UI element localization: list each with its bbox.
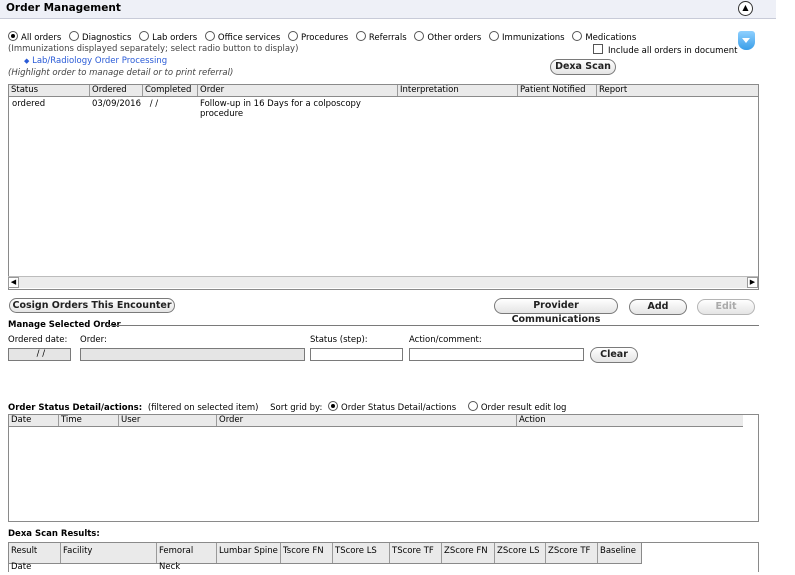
status-grid-header: Date Time User Order Action [9, 415, 743, 427]
radio-icon [69, 31, 80, 41]
radio-lab-orders[interactable]: Lab orders [139, 31, 197, 43]
order-type-filter: All orders Diagnostics Lab orders Office… [8, 31, 636, 43]
edit-button[interactable]: Edit [697, 299, 755, 315]
radio-icon [489, 31, 500, 41]
col-order[interactable]: Order [217, 415, 517, 426]
order-field[interactable] [80, 348, 305, 361]
radio-icon [139, 31, 150, 41]
row-order: Follow-up in 16 Days for a colposcopy [200, 99, 361, 109]
col-completed[interactable]: Completed [143, 85, 198, 96]
col-tscore-fn[interactable]: Tscore FN [281, 543, 333, 563]
dexa-results-title: Dexa Scan Results: [8, 529, 100, 539]
col-zscore-fn[interactable]: ZScore FN [442, 543, 495, 563]
orders-grid[interactable]: Status Ordered Completed Order Interpret… [8, 84, 759, 290]
provider-communications-button[interactable]: Provider Communications [494, 298, 618, 325]
diamond-link-icon: ◆ [24, 57, 30, 65]
col-tscore-tf[interactable]: TScore TF [390, 543, 442, 563]
divider [108, 325, 759, 326]
col-action[interactable]: Action [517, 415, 743, 426]
ordered-date-label: Ordered date: [8, 335, 68, 345]
action-comment-label: Action/comment: [409, 335, 482, 345]
filter-note: (filtered on selected item) [147, 403, 259, 413]
status-detail-title: Order Status Detail/actions: [8, 403, 143, 413]
status-step-label: Status (step): [310, 335, 368, 345]
col-interpretation[interactable]: Interpretation [398, 85, 518, 96]
radio-icon [414, 31, 425, 41]
scroll-right-icon[interactable]: ▶ [747, 277, 758, 288]
dexa-results-grid[interactable]: Result Date Facility Femoral Neck Lumbar… [8, 542, 759, 572]
immunizations-note: (Immunizations displayed separately; sel… [8, 44, 299, 54]
checkbox-icon [593, 44, 603, 54]
radio-icon [288, 31, 299, 41]
row-ordered: 03/09/2016 [92, 99, 141, 109]
sort-by-edit-log[interactable]: Order result edit log [467, 401, 566, 413]
orders-grid-header: Status Ordered Completed Order Interpret… [9, 85, 758, 97]
order-label: Order: [80, 335, 107, 345]
sort-by-status-detail[interactable]: Order Status Detail/actions [328, 401, 456, 413]
radio-diagnostics[interactable]: Diagnostics [69, 31, 131, 43]
clear-button[interactable]: Clear [590, 347, 638, 363]
radio-icon [328, 401, 339, 411]
dexa-scan-button[interactable]: Dexa Scan [550, 59, 616, 75]
col-zscore-tf[interactable]: ZScore TF [546, 543, 598, 563]
col-status[interactable]: Status [9, 85, 90, 96]
col-result-date[interactable]: Result Date [9, 543, 61, 572]
status-detail-grid[interactable]: Date Time User Order Action [8, 414, 759, 522]
sort-label: Sort grid by: [270, 403, 323, 413]
status-step-field[interactable] [310, 348, 403, 361]
row-order-cont: procedure [200, 109, 244, 119]
section-header: Order Management ▲ [0, 0, 776, 19]
col-date[interactable]: Date [9, 415, 59, 426]
radio-medications[interactable]: Medications [572, 31, 636, 43]
radio-icon [355, 31, 366, 41]
collapse-icon[interactable]: ▲ [738, 1, 753, 16]
add-button[interactable]: Add [629, 299, 687, 315]
col-user[interactable]: User [119, 415, 217, 426]
manage-section-title: Manage Selected Order [8, 320, 121, 330]
col-ordered[interactable]: Ordered [90, 85, 143, 96]
radio-icon [467, 401, 478, 411]
col-tscore-ls[interactable]: TScore LS [333, 543, 390, 563]
col-patient-notified[interactable]: Patient Notified [518, 85, 597, 96]
radio-icon [572, 31, 583, 41]
table-row[interactable]: ordered 03/09/2016 / / Follow-up in 16 D… [9, 98, 758, 122]
cosign-orders-button[interactable]: Cosign Orders This Encounter [9, 298, 175, 313]
radio-referrals[interactable]: Referrals [355, 31, 407, 43]
lab-radiology-link[interactable]: ◆ Lab/Radiology Order Processing [24, 56, 167, 66]
radio-immunizations[interactable]: Immunizations [489, 31, 565, 43]
col-time[interactable]: Time [59, 415, 119, 426]
radio-other-orders[interactable]: Other orders [414, 31, 481, 43]
col-order[interactable]: Order [198, 85, 398, 96]
chevron-down-icon[interactable] [738, 31, 755, 50]
scroll-left-icon[interactable]: ◀ [8, 277, 19, 288]
horizontal-scrollbar[interactable]: ◀ ▶ [8, 276, 758, 288]
section-title: Order Management [6, 2, 121, 14]
radio-office-services[interactable]: Office services [204, 31, 280, 43]
row-status: ordered [12, 99, 46, 109]
highlight-note: (Highlight order to manage detail or to … [8, 68, 234, 78]
radio-icon [204, 31, 215, 41]
dexa-grid-header: Result Date Facility Femoral Neck Lumbar… [9, 543, 642, 572]
col-baseline[interactable]: Baseline [598, 543, 641, 563]
col-lumbar-spine[interactable]: Lumbar Spine [217, 543, 281, 563]
radio-icon [8, 31, 18, 41]
row-completed: / / [147, 99, 159, 109]
col-femoral-neck[interactable]: Femoral Neck [157, 543, 217, 572]
col-report[interactable]: Report [597, 85, 758, 96]
radio-all-orders[interactable]: All orders [8, 31, 61, 43]
include-all-checkbox[interactable]: Include all orders in document [593, 44, 737, 56]
radio-procedures[interactable]: Procedures [288, 31, 348, 43]
status-detail-bar: Order Status Detail/actions: (filtered o… [8, 401, 566, 413]
col-facility[interactable]: Facility [61, 543, 157, 563]
ordered-date-field[interactable]: / / [8, 348, 71, 361]
action-comment-field[interactable] [409, 348, 584, 361]
col-zscore-ls[interactable]: ZScore LS [495, 543, 546, 563]
